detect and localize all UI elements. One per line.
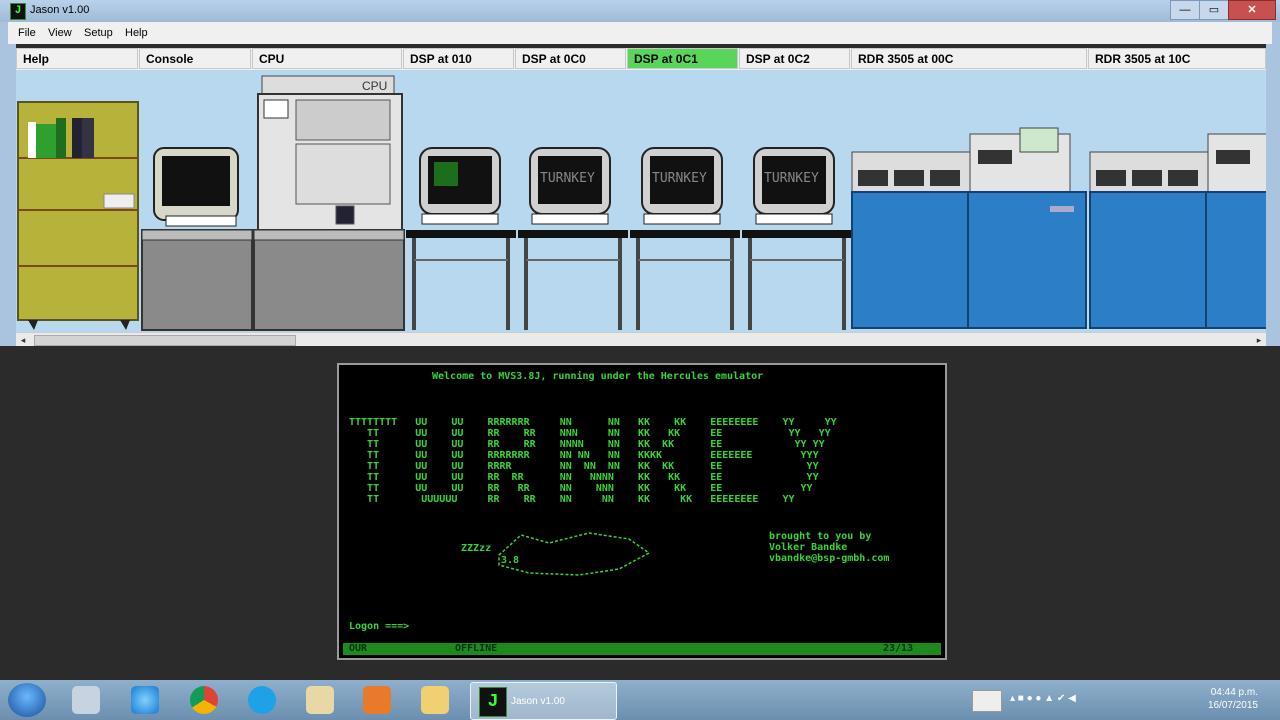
explorer-window-icon[interactable] — [72, 686, 100, 714]
banner-line: TT UU UU RR RR NN NNNN KK KK EE YY — [349, 472, 819, 483]
maximize-button[interactable]: ▭ — [1199, 0, 1229, 20]
tab-dsp-0c2[interactable]: DSP at 0C2 — [739, 48, 850, 69]
banner-line: TT UU UU RR RR NNN NN KK KK EE YY YY — [349, 428, 831, 439]
scroll-left-icon[interactable]: ◂ — [16, 333, 30, 347]
notification-tool-icon[interactable] — [972, 690, 1002, 712]
tab-rdr-00c[interactable]: RDR 3505 at 00C — [851, 48, 1087, 69]
menu-bar: File View Setup Help — [0, 22, 1280, 44]
device-tab-row: Help Console CPU DSP at 010 DSP at 0C0 D… — [16, 48, 1266, 70]
banner-line: TT UU UU RR RR NNNN NN KK KK EE YY YY — [349, 439, 825, 450]
tab-cpu[interactable]: CPU — [252, 48, 402, 69]
jason-app-icon: J — [479, 687, 507, 717]
cpu-label: CPU — [362, 79, 387, 93]
banner-line: TTTTTTTT UU UU RRRRRRR NN NN KK KK EEEEE… — [349, 417, 837, 428]
status-right: 23/13 — [883, 643, 914, 654]
card-reader-00c[interactable] — [851, 127, 1087, 329]
media-player-icon[interactable] — [363, 686, 391, 714]
skype-icon[interactable] — [248, 686, 276, 714]
title-bar: J Jason v1.00 — ▭ ✕ — [0, 0, 1280, 22]
start-button[interactable] — [8, 683, 46, 717]
monitor-turnkey-text: TURNKEY — [764, 171, 819, 186]
taskbar: J Jason v1.00 ▴ ■ ● ● ▲ ✔ ◀ 04:44 p.m. 1… — [0, 680, 1280, 720]
monitor-turnkey-text: TURNKEY — [652, 171, 707, 186]
credit-line: Volker Bandke — [769, 542, 848, 553]
library-folder-icon[interactable] — [421, 686, 449, 714]
app-icon: J — [10, 3, 26, 20]
menu-view[interactable]: View — [48, 27, 72, 39]
dsp-terminal-0c0[interactable]: TURNKEY — [518, 147, 628, 330]
card-reader-10c[interactable] — [1089, 133, 1266, 329]
tab-rdr-10c[interactable]: RDR 3505 at 10C — [1088, 48, 1266, 69]
window-title: Jason v1.00 — [30, 4, 90, 16]
banner-line: TT UU UU RRRR NN NN NN KK KK EE YY — [349, 461, 819, 472]
taskbar-app-label: Jason v1.00 — [511, 696, 565, 707]
monitor-turnkey-text: TURNKEY — [540, 171, 595, 186]
clock[interactable]: 04:44 p.m. 16/07/2015 — [1196, 686, 1258, 712]
banner-line: TT UU UU RR RR NN NNN KK KK EE YY — [349, 483, 813, 494]
tab-help[interactable]: Help — [16, 48, 138, 69]
scroll-right-icon[interactable]: ▸ — [1252, 333, 1266, 347]
ascii-art-drawing: ZZZzz 3.8 — [461, 532, 651, 576]
terminal-status-bar: OUR OFFLINE 23/13 — [343, 643, 941, 655]
credit-line: brought to you by — [769, 531, 872, 542]
bookshelf[interactable] — [17, 101, 139, 330]
welcome-line: Welcome to MVS3.8J, running under the He… — [432, 371, 764, 382]
banner-line: TT UUUUUU RR RR NN NN KK KK EEEEEEEE YY — [349, 494, 795, 505]
menu-help[interactable]: Help — [125, 27, 148, 39]
art-label: ZZZzz — [461, 543, 491, 554]
art-version: 3.8 — [501, 555, 519, 566]
minimize-button[interactable]: — — [1170, 0, 1200, 20]
tab-dsp-010[interactable]: DSP at 010 — [403, 48, 514, 69]
tab-console[interactable]: Console — [139, 48, 251, 69]
dsp-terminal-0c2[interactable]: TURNKEY — [742, 147, 852, 330]
machine-room: CPU TURNKEY TURNKEY TURNKEY — [16, 70, 1266, 332]
logon-prompt[interactable]: Logon ===> — [349, 621, 409, 632]
scrollbar-thumb[interactable] — [34, 335, 296, 346]
dsp-terminal-0c1[interactable]: TURNKEY — [630, 147, 740, 330]
menu-file[interactable]: File — [18, 27, 36, 39]
status-left: OUR — [349, 643, 368, 654]
clock-date: 16/07/2015 — [1207, 700, 1258, 711]
internet-explorer-icon[interactable] — [131, 686, 159, 714]
taskbar-jason-app[interactable]: J Jason v1.00 — [470, 682, 617, 720]
tab-dsp-0c1[interactable]: DSP at 0C1 — [627, 48, 738, 69]
system-tray[interactable]: ▴ ■ ● ● ▲ ✔ ◀ — [1010, 693, 1180, 707]
terminal-screen[interactable]: Welcome to MVS3.8J, running under the He… — [337, 363, 947, 660]
folder-icon[interactable] — [306, 686, 334, 714]
menu-setup[interactable]: Setup — [84, 27, 113, 39]
chrome-icon[interactable] — [190, 686, 218, 714]
tab-dsp-0c0[interactable]: DSP at 0C0 — [515, 48, 626, 69]
horizontal-scrollbar[interactable]: ◂ ▸ — [16, 332, 1266, 347]
close-button[interactable]: ✕ — [1228, 0, 1276, 20]
machine-room-illustration: CPU TURNKEY TURNKEY TURNKEY — [17, 75, 1266, 331]
console-terminal[interactable] — [141, 147, 253, 331]
clock-time: 04:44 p.m. — [1210, 687, 1258, 698]
banner-line: TT UU UU RRRRRRR NN NN NN KKKK EEEEEEE Y… — [349, 450, 819, 461]
credit-line: vbandke@bsp-gmbh.com — [769, 553, 890, 564]
dsp-terminal-010[interactable] — [406, 147, 516, 330]
cpu-cabinet[interactable]: CPU — [253, 75, 405, 331]
status-mid: OFFLINE — [455, 643, 498, 654]
